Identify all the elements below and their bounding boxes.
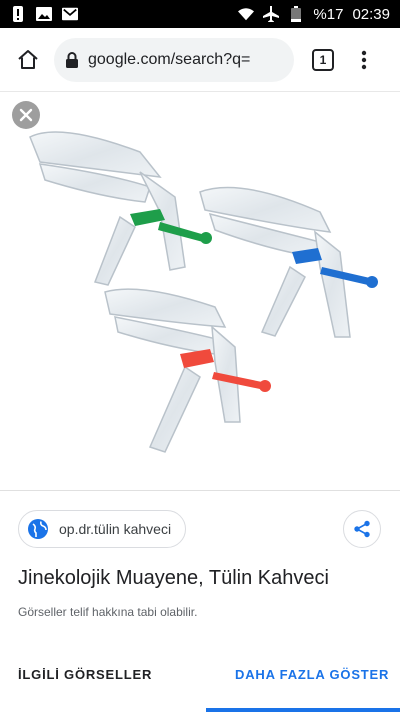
battery-percent: %17 <box>313 5 344 23</box>
status-left <box>10 6 78 22</box>
wifi-icon <box>238 6 255 22</box>
home-button[interactable] <box>10 42 46 78</box>
speculum-red <box>104 288 271 453</box>
image-preview[interactable] <box>0 92 400 490</box>
source-chip[interactable]: op.dr.tülin kahveci <box>18 510 187 548</box>
show-more-link[interactable]: DAHA FAZLA GÖSTER <box>235 667 389 682</box>
status-right: %17 02:39 <box>238 6 390 23</box>
share-icon <box>354 520 370 538</box>
address-bar[interactable]: google.com/search?q= <box>54 37 294 82</box>
related-images-label: İLGİLİ GÖRSELLER <box>18 667 153 682</box>
gmail-icon <box>62 6 78 22</box>
result-title[interactable]: Jinekolojik Muayene, Tülin Kahveci <box>18 567 329 590</box>
clock: 02:39 <box>352 5 390 23</box>
tab-switcher-button[interactable]: 1 <box>312 48 334 71</box>
status-bar: %17 02:39 <box>0 0 400 28</box>
speculum-green <box>29 131 212 286</box>
close-button[interactable] <box>12 101 40 129</box>
tab-count: 1 <box>319 52 327 67</box>
image-info-panel: op.dr.tülin kahveci Jinekolojik Muayene,… <box>0 490 400 712</box>
related-image-strip <box>206 708 400 712</box>
browser-toolbar: google.com/search?q= 1 <box>0 28 400 92</box>
share-button[interactable] <box>343 510 381 548</box>
notification-alert-icon <box>10 6 26 22</box>
airplane-icon <box>263 6 280 22</box>
more-vert-icon <box>361 50 367 69</box>
copyright-note: Görseller telif hakkına tabi olabilir. <box>18 605 198 619</box>
close-icon <box>19 108 33 122</box>
speculum-image <box>29 131 378 453</box>
image-icon <box>36 6 52 22</box>
globe-icon <box>28 519 48 539</box>
url-text: google.com/search?q= <box>88 50 251 68</box>
more-menu-button[interactable] <box>354 45 374 75</box>
speculum-blue <box>199 186 378 338</box>
home-icon <box>18 49 38 69</box>
source-name: op.dr.tülin kahveci <box>59 521 172 537</box>
lock-icon <box>66 51 78 68</box>
battery-icon <box>288 6 304 22</box>
